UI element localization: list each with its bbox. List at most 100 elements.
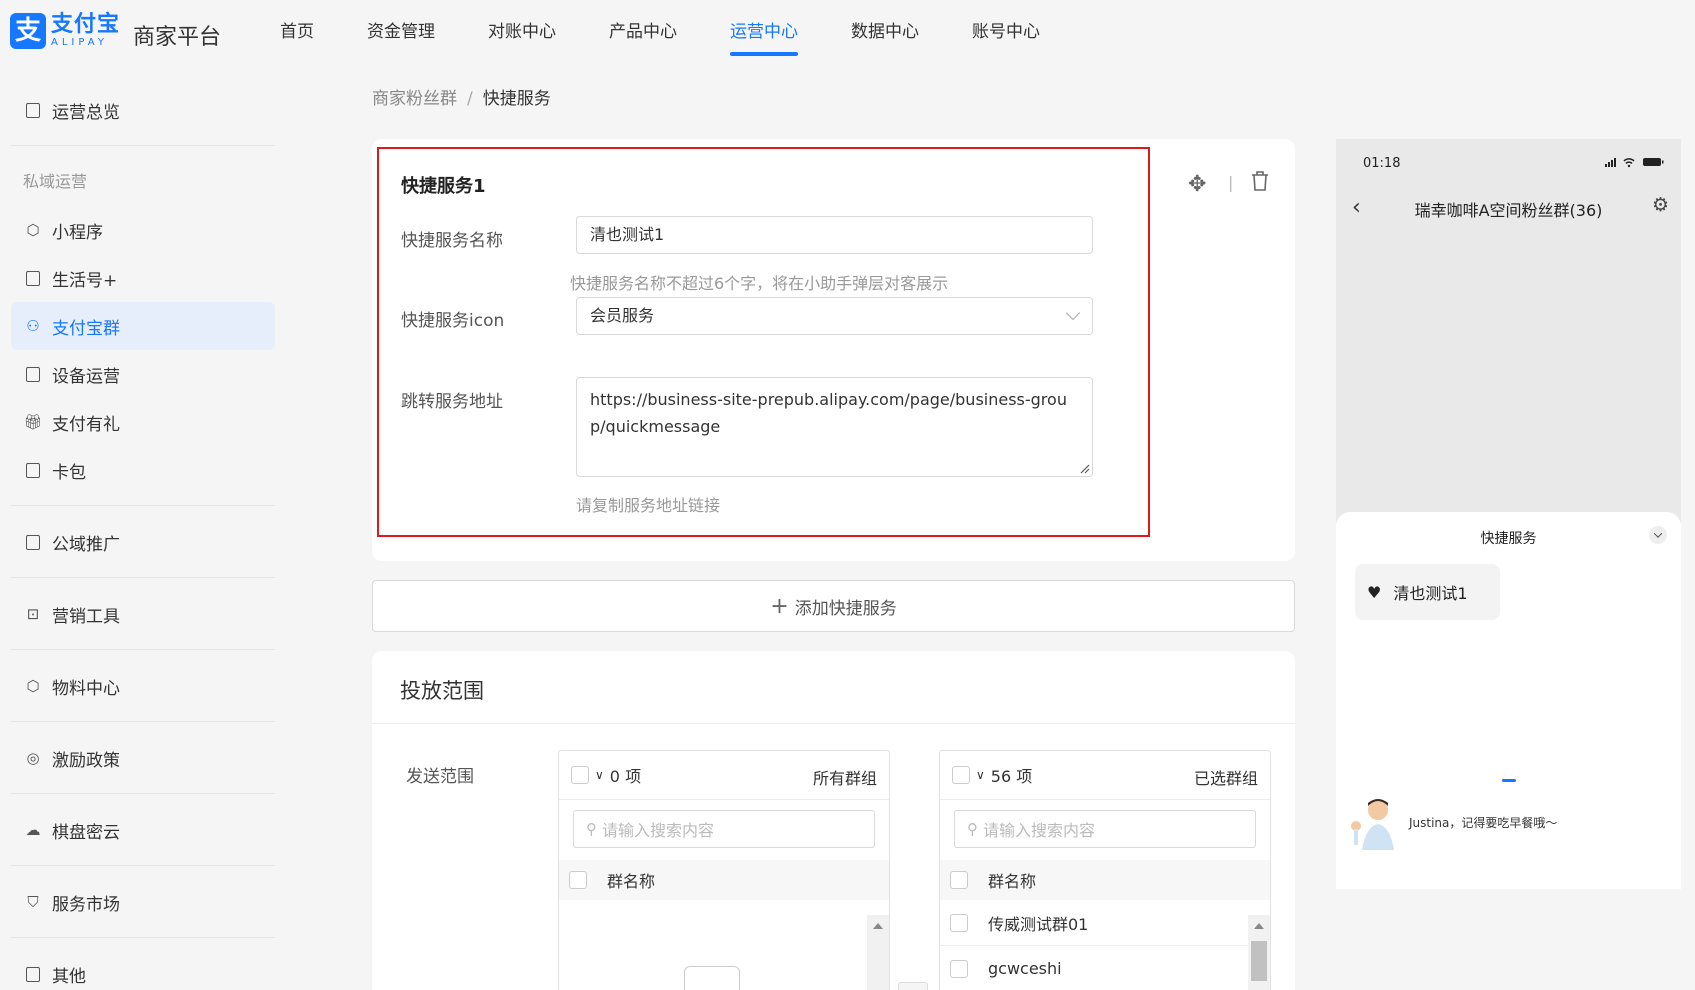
- service-url-label: 跳转服务地址: [401, 392, 503, 412]
- collapse-chevron-icon[interactable]: [1649, 526, 1667, 544]
- sidebar-item-overview[interactable]: 运营总览: [11, 86, 275, 134]
- send-range-label: 发送范围: [406, 767, 474, 787]
- heart-icon: ♥: [1367, 582, 1382, 602]
- source-search-input[interactable]: ⚲ 请输入搜索内容: [573, 810, 875, 848]
- search-icon: ⚲: [586, 820, 597, 838]
- cloud-icon: ☁︎: [25, 821, 41, 839]
- drag-move-icon[interactable]: ✥: [1188, 172, 1206, 197]
- shield-icon: ⛉: [27, 893, 39, 911]
- sidebar-item-marketing[interactable]: ⊡ 营销工具: [11, 590, 275, 638]
- sidebar-item-label: 支付有礼: [52, 414, 120, 435]
- sidebar-item-label: 棋盘密云: [52, 822, 120, 843]
- add-quick-service-button[interactable]: + 添加快捷服务: [372, 580, 1295, 632]
- chip-label: 清也测试1: [1393, 584, 1468, 603]
- assistant-avatar: [1351, 799, 1394, 850]
- sidebar-item-label: 其他: [52, 966, 86, 987]
- package-icon: ⬡: [26, 677, 40, 695]
- scroll-up-icon[interactable]: [1254, 923, 1264, 929]
- scroll-thumb[interactable]: [1251, 941, 1267, 981]
- sidebar-divider: [11, 865, 275, 866]
- sidebar-item-label: 支付宝群: [52, 318, 120, 339]
- service-url-textarea[interactable]: https://business-site-prepub.alipay.com/…: [576, 377, 1093, 477]
- service-icon-select[interactable]: 会员服务: [576, 297, 1093, 335]
- select-all-checkbox[interactable]: [952, 766, 970, 784]
- target-icon: ◎: [26, 749, 40, 767]
- users-icon: ⚇: [26, 317, 40, 335]
- row-checkbox[interactable]: [950, 959, 968, 978]
- transfer-target-panel: ∨ 56 项 已选群组 ⚲ 请输入搜索内容 群名称 传威测试群01 gcwces…: [939, 750, 1271, 990]
- chevron-down-icon[interactable]: ∨: [976, 768, 985, 782]
- transfer-source-panel: ∨ 0 项 所有群组 ⚲ 请输入搜索内容 群名称: [558, 750, 890, 990]
- service-title: 快捷服务1: [401, 176, 486, 197]
- nav-data[interactable]: 数据中心: [851, 0, 919, 64]
- service-name-input[interactable]: 清也测试1: [576, 216, 1093, 254]
- dashboard-icon: [24, 101, 42, 119]
- sidebar-divider: [11, 505, 275, 506]
- highlight-box: [377, 147, 1150, 537]
- scope-divider: [372, 723, 1295, 724]
- plus-icon: +: [770, 593, 789, 619]
- scroll-up-icon[interactable]: [873, 923, 883, 929]
- target-column-header: 群名称: [940, 860, 1270, 900]
- sidebar-item-cloud[interactable]: ☁︎ 棋盘密云: [11, 806, 275, 854]
- chat-title: 瑞幸咖啡A空间粉丝群(36): [1414, 201, 1603, 220]
- profile-card-icon: [24, 269, 42, 287]
- sheet-title: 快捷服务: [1480, 531, 1537, 547]
- sidebar-item-label: 激励政策: [52, 750, 120, 771]
- select-all-checkbox[interactable]: [571, 766, 589, 784]
- source-column-header: 群名称: [559, 860, 889, 900]
- resize-grip-icon[interactable]: [1080, 464, 1090, 474]
- column-checkbox[interactable]: [569, 871, 587, 889]
- sidebar-item-card-bag[interactable]: 卡包: [11, 446, 275, 494]
- search-placeholder: 请输入搜索内容: [983, 821, 1096, 840]
- nav-home[interactable]: 首页: [280, 0, 314, 64]
- sidebar-divider: [11, 577, 275, 578]
- group-name: 传威测试群01: [988, 914, 1089, 934]
- transfer-source-header: ∨ 0 项 所有群组: [559, 751, 889, 800]
- gear-icon[interactable]: ⚙: [1652, 194, 1669, 216]
- assistant-message: Justina，记得要吃早餐哦～: [1409, 816, 1558, 830]
- table-row[interactable]: gcwceshi: [940, 946, 1270, 990]
- sidebar-divider: [11, 793, 275, 794]
- trash-icon[interactable]: [1250, 170, 1270, 198]
- nav-products[interactable]: 产品中心: [609, 0, 677, 64]
- group-name: gcwceshi: [988, 959, 1062, 978]
- table-row[interactable]: 传威测试群01: [940, 900, 1270, 946]
- sidebar-item-label: 物料中心: [52, 678, 120, 699]
- alipay-logo[interactable]: 支 支付宝 ALIPAY: [10, 13, 120, 49]
- sidebar-item-public[interactable]: 公域推广: [11, 518, 275, 566]
- service-icon-value: 会员服务: [590, 306, 655, 325]
- toolbox-icon: ⊡: [26, 605, 40, 623]
- chevron-down-icon[interactable]: ∨: [595, 768, 604, 782]
- sidebar-item-label: 运营总览: [52, 102, 120, 123]
- logo-cn-text: 支付宝: [51, 12, 121, 37]
- platform-title: 商家平台: [133, 25, 222, 50]
- sidebar-item-alipay-group[interactable]: ⚇ 支付宝群: [11, 302, 275, 350]
- sidebar-item-miniprogram[interactable]: ⬡ 小程序: [11, 206, 275, 254]
- sidebar-item-lifeaccount[interactable]: 生活号+: [11, 254, 275, 302]
- row-checkbox[interactable]: [950, 913, 968, 932]
- nav-account[interactable]: 账号中心: [972, 0, 1040, 64]
- wallet-icon: [24, 461, 42, 479]
- sidebar-item-label: 设备运营: [52, 366, 120, 387]
- target-title: 已选群组: [1193, 769, 1258, 788]
- transfer-move-button[interactable]: [898, 982, 928, 990]
- sidebar-divider: [11, 937, 275, 938]
- sidebar-item-payment-gift[interactable]: 🎁︎ 支付有礼: [11, 398, 275, 446]
- sidebar-item-incentive[interactable]: ◎ 激励政策: [11, 734, 275, 782]
- sidebar-item-material[interactable]: ⬡ 物料中心: [11, 662, 275, 710]
- sidebar-item-label: 公域推广: [52, 534, 120, 555]
- service-name-help: 快捷服务名称不超过6个字，将在小助手弹层对客展示: [570, 274, 949, 293]
- sidebar-item-other[interactable]: 其他: [11, 950, 275, 990]
- target-search-input[interactable]: ⚲ 请输入搜索内容: [954, 810, 1256, 848]
- nav-operations[interactable]: 运营中心: [730, 0, 798, 64]
- logo-en-text: ALIPAY: [51, 37, 108, 48]
- sidebar-item-market[interactable]: ⛉ 服务市场: [11, 878, 275, 926]
- nav-funds[interactable]: 资金管理: [367, 0, 435, 64]
- source-title: 所有群组: [812, 769, 877, 788]
- quick-service-chip[interactable]: ♥ 清也测试1: [1355, 564, 1500, 620]
- sidebar-item-device[interactable]: 设备运营: [11, 350, 275, 398]
- column-checkbox[interactable]: [950, 871, 968, 889]
- breadcrumb-parent[interactable]: 商家粉丝群: [372, 89, 457, 109]
- nav-reconciliation[interactable]: 对账中心: [488, 0, 556, 64]
